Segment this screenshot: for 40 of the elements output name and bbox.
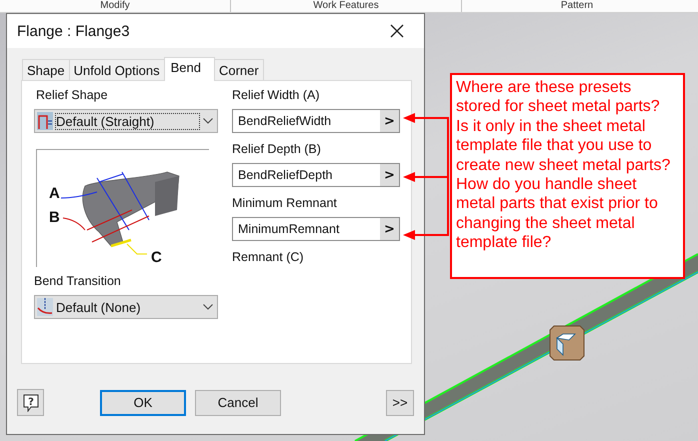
dimension-label: B [49, 209, 60, 226]
expand-button[interactable]: >> [386, 390, 414, 416]
ribbon-tab[interactable]: Pattern [462, 0, 692, 12]
tab[interactable]: Unfold Options [68, 59, 165, 80]
parameter-menu-button[interactable]: > [380, 110, 399, 132]
relief-shape-icon [37, 112, 53, 130]
arrow [403, 172, 449, 182]
help-icon: ? [22, 394, 38, 412]
bend-transition-icon [37, 298, 53, 316]
field-label: Relief Width (A) [232, 87, 321, 103]
field-label: Bend Transition [34, 273, 122, 289]
field-label: Minimum Remnant [232, 195, 338, 211]
field-label: Relief Shape [36, 87, 109, 103]
dropdown[interactable]: Default (None) [34, 295, 218, 319]
parameter-menu-button[interactable]: > [380, 164, 399, 186]
ok-button[interactable]: OK [100, 390, 186, 416]
dimension-label: C [151, 249, 162, 266]
ribbon-tab[interactable]: Work Features [231, 0, 461, 12]
dimension-label: A [49, 185, 60, 202]
parameter-field[interactable]: BendReliefWidth > [232, 109, 400, 133]
help-button[interactable]: ? [17, 389, 44, 416]
tab[interactable]: Shape [22, 59, 70, 80]
dialog-title: Flange : Flange3 [17, 22, 130, 40]
annotation-callout: Where are these presets stored for sheet metal parts? Is it only in the sheet metal template file that you use to create new sheet metal parts? How do you handle sheet metal parts that exist prior to changing the sheet metal template file? [450, 73, 685, 279]
parameter-field[interactable]: MinimumRemnant > [232, 217, 400, 241]
arrow [403, 230, 449, 240]
flange-feature-icon[interactable] [550, 326, 584, 360]
ribbon-tab[interactable]: Modify [0, 0, 230, 12]
field-label: Remnant (C) [232, 249, 305, 265]
tab[interactable]: Corner [214, 59, 264, 80]
caret-icon [203, 304, 213, 310]
close-icon [390, 24, 404, 38]
tab[interactable]: Bend [164, 57, 215, 81]
parameter-menu-button[interactable]: > [380, 218, 399, 240]
parameter-field[interactable]: BendReliefDepth > [232, 163, 400, 187]
dropdown[interactable]: Default (Straight) [34, 109, 218, 133]
cancel-button[interactable]: Cancel [195, 390, 281, 416]
caret-icon [203, 118, 213, 124]
arrow [403, 113, 449, 123]
field-label: Relief Depth (B) [232, 141, 322, 157]
